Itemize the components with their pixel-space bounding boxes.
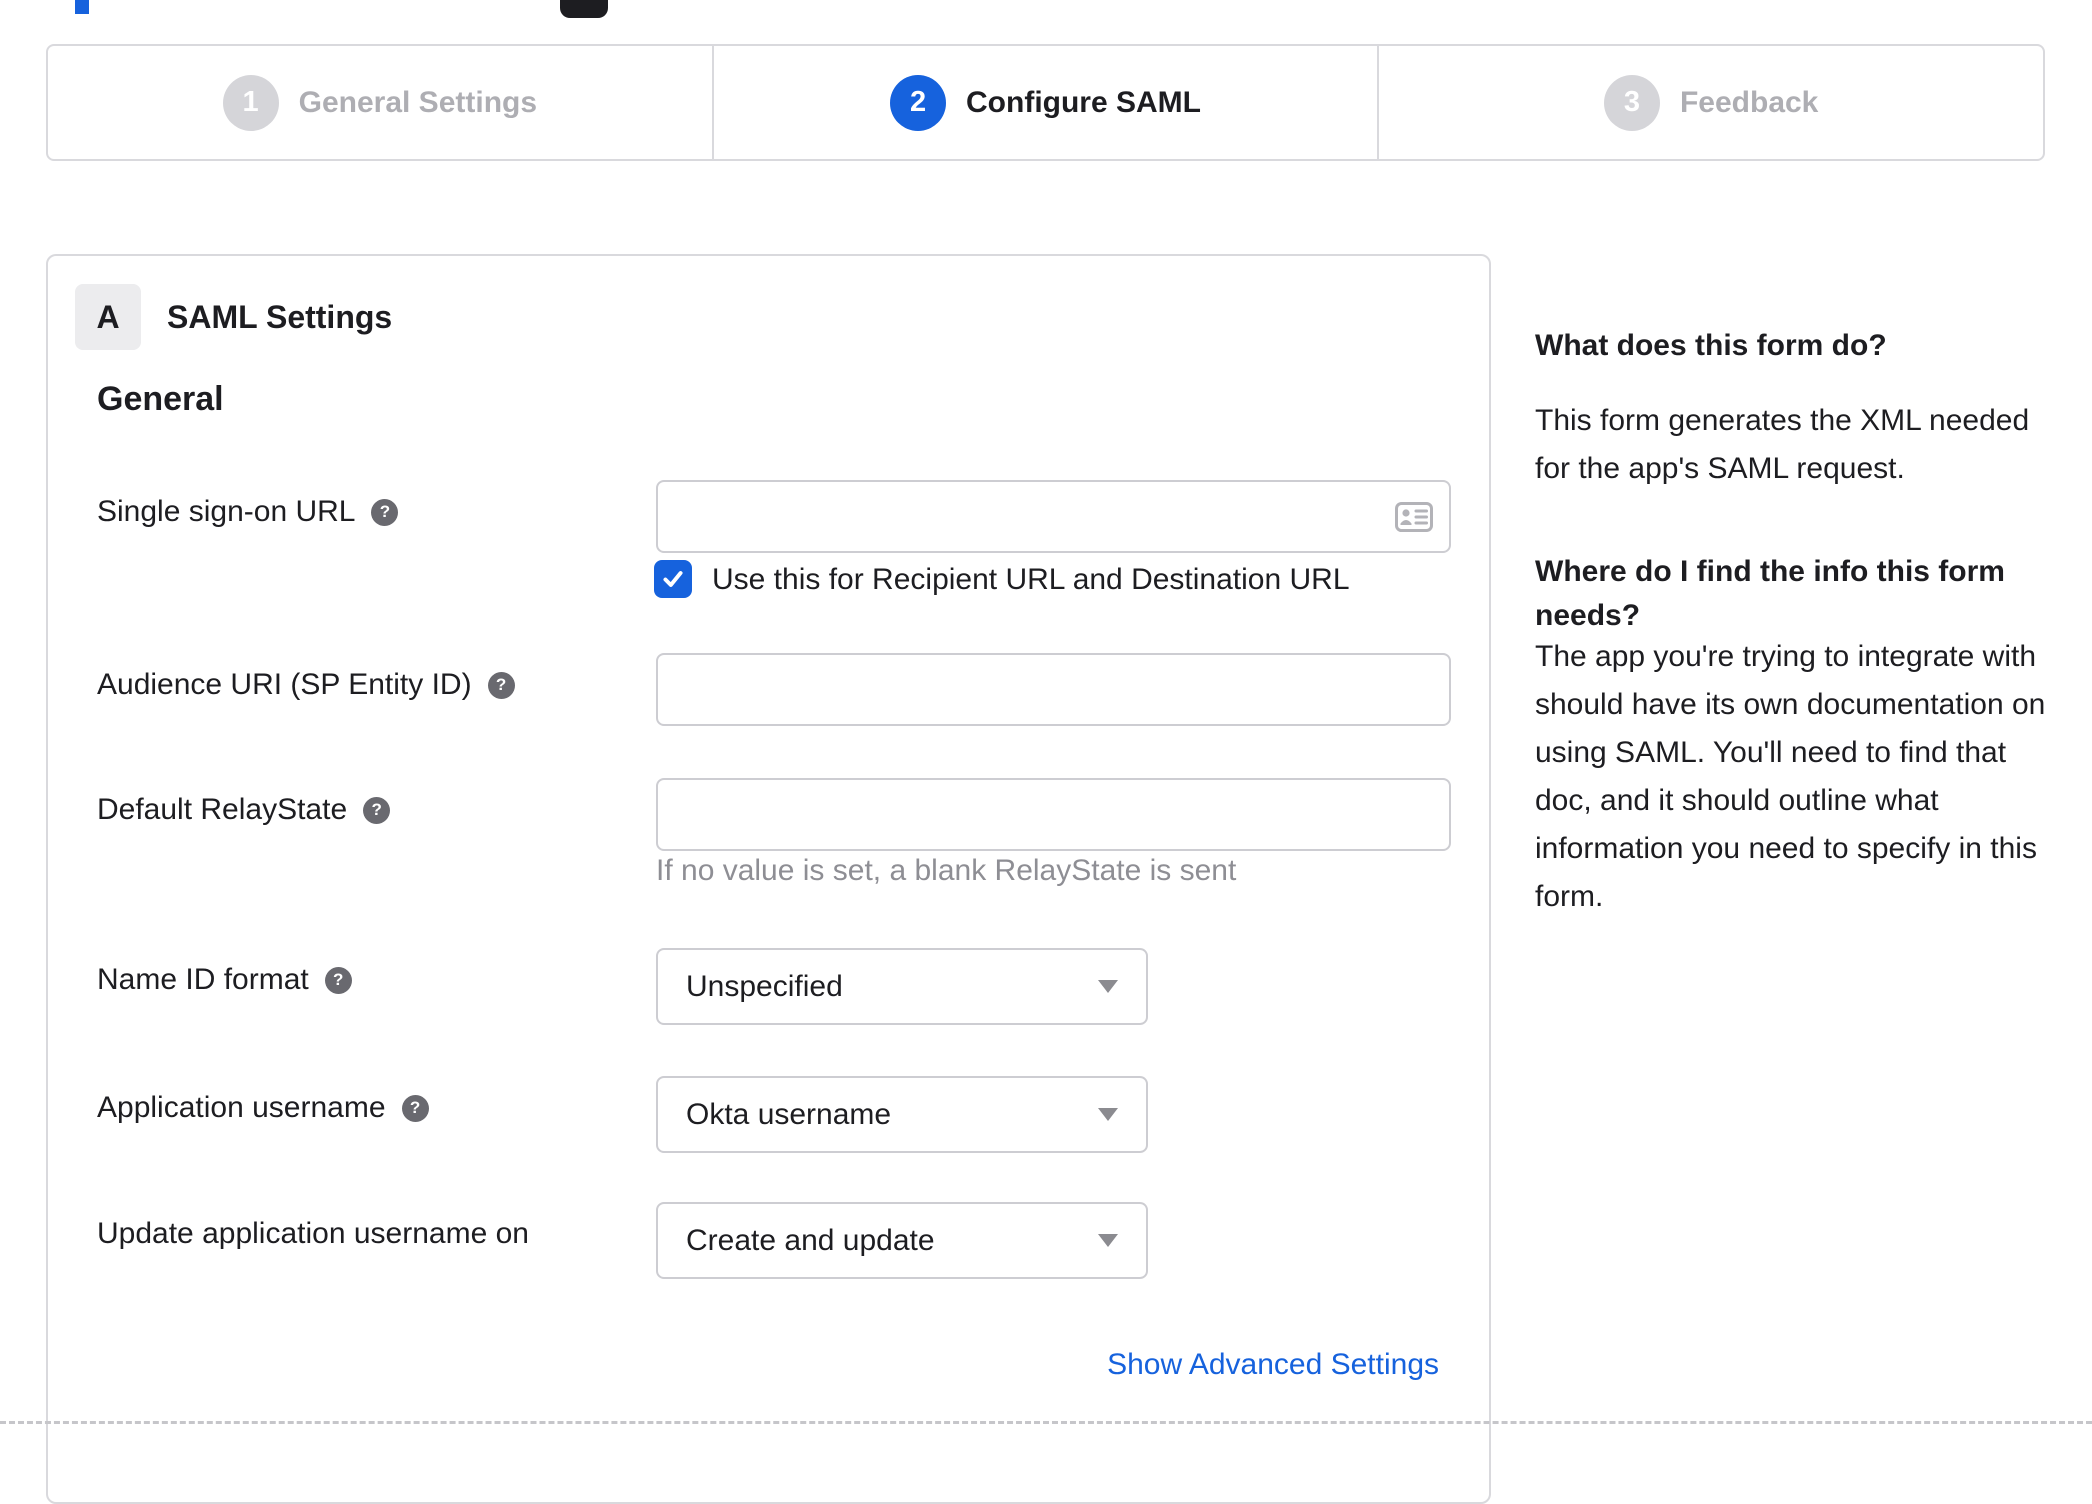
update-username-label-row: Update application username on — [97, 1216, 529, 1252]
step-label: General Settings — [298, 85, 538, 119]
help-q2-body: The app you're trying to integrate with … — [1535, 640, 2046, 913]
relaystate-label-row: Default RelayState ? — [97, 792, 391, 828]
step-number-badge: 2 — [890, 74, 947, 131]
recipient-url-checkbox-label: Use this for Recipient URL and Destinati… — [712, 563, 1350, 596]
sso-url-help-icon[interactable]: ? — [371, 498, 399, 526]
name-id-format-value: Unspecified — [686, 969, 843, 1003]
help-q1-body: This form generates the XML needed for t… — [1535, 404, 2030, 485]
audience-uri-label-row: Audience URI (SP Entity ID) ? — [97, 667, 515, 703]
update-username-value: Create and update — [686, 1223, 935, 1257]
checkmark-icon — [663, 571, 683, 587]
name-id-format-label: Name ID format — [97, 963, 309, 996]
update-username-label: Update application username on — [97, 1217, 529, 1250]
audience-uri-help-icon[interactable]: ? — [487, 671, 515, 699]
page-edge-fragment-dark — [560, 0, 608, 18]
name-id-format-help-icon[interactable]: ? — [324, 966, 352, 994]
chevron-down-icon — [1098, 980, 1118, 993]
application-username-label-row: Application username ? — [97, 1090, 429, 1126]
general-heading: General — [97, 380, 224, 418]
application-username-value: Okta username — [686, 1097, 892, 1131]
chevron-down-icon — [1098, 1108, 1118, 1121]
audience-uri-input[interactable] — [656, 653, 1451, 726]
sso-url-label-row: Single sign-on URL ? — [97, 494, 399, 530]
help-q2-title: Where do I find the info this form needs… — [1535, 555, 2005, 632]
sso-url-input-wrap — [656, 480, 1451, 553]
relaystate-help-icon[interactable]: ? — [363, 796, 391, 824]
audience-uri-label: Audience URI (SP Entity ID) — [97, 668, 472, 701]
bottom-dashed-divider — [0, 1421, 2092, 1424]
relaystate-input[interactable] — [656, 778, 1451, 851]
update-username-select[interactable]: Create and update — [656, 1202, 1148, 1279]
step-number-badge: 1 — [222, 74, 279, 131]
name-id-format-label-row: Name ID format ? — [97, 962, 352, 998]
chevron-down-icon — [1098, 1234, 1118, 1247]
sso-url-input[interactable] — [656, 480, 1451, 553]
page-edge-fragment-blue — [75, 0, 89, 14]
application-username-label: Application username — [97, 1091, 386, 1124]
show-advanced-settings-link[interactable]: Show Advanced Settings — [1107, 1347, 1439, 1383]
help-sidebar: What does this form do? This form genera… — [1535, 0, 2092, 1426]
step-configure-saml[interactable]: 2 Configure SAML — [711, 46, 1378, 159]
saml-settings-panel: A SAML Settings General Single sign-on U… — [46, 254, 1491, 1504]
section-a-badge: A — [75, 284, 141, 350]
relaystate-label: Default RelayState — [97, 793, 348, 826]
step-label: Configure SAML — [966, 85, 1201, 119]
step-general-settings[interactable]: 1 General Settings — [48, 46, 712, 159]
name-id-format-select[interactable]: Unspecified — [656, 948, 1148, 1025]
application-username-help-icon[interactable]: ? — [401, 1094, 429, 1122]
contact-card-icon[interactable] — [1395, 501, 1433, 532]
sso-url-label: Single sign-on URL — [97, 495, 356, 528]
saml-settings-title: SAML Settings — [167, 298, 393, 335]
relaystate-hint: If no value is set, a blank RelayState i… — [656, 854, 1237, 887]
help-q1-title: What does this form do? — [1535, 329, 1887, 362]
application-username-select[interactable]: Okta username — [656, 1076, 1148, 1153]
recipient-url-checkbox[interactable] — [654, 560, 692, 598]
